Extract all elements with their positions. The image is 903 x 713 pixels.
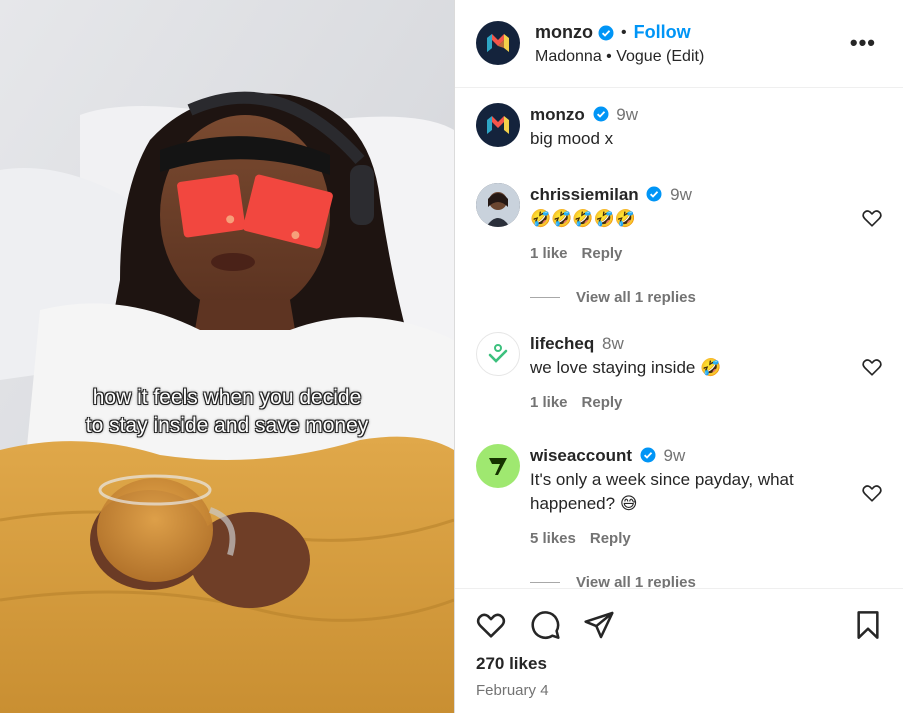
separator-dot: • [621,23,627,41]
lifecheq-logo-icon [488,344,508,363]
follow-button[interactable]: Follow [634,22,691,43]
comment-body: lifecheq 8w we love staying inside 🤣 [530,332,850,380]
comment-text: we love staying inside 🤣 [530,358,722,377]
post-panel: monzo • Follow Madonna • Vogue (Edit) ••… [454,0,903,713]
replies-divider [530,297,560,298]
header-title-row: monzo • Follow [535,22,691,43]
reply-button[interactable]: Reply [582,394,623,411]
replies-divider [530,582,560,583]
reply-button[interactable]: Reply [590,530,631,547]
comment-meta: 1 like Reply [530,394,622,411]
comment-text: 🤣🤣🤣🤣🤣 [530,209,636,228]
comment-text: It's only a week since payday, what happ… [530,470,794,513]
avatar[interactable] [476,444,520,488]
author-username[interactable]: monzo [535,22,593,43]
verified-badge-icon [646,186,662,202]
reply-button[interactable]: Reply [582,245,623,262]
caption-line-1: how it feels when you decide [92,386,362,409]
avatar[interactable] [476,21,520,65]
verified-badge-icon [640,447,656,463]
video-caption: how it feels when you decide to stay ins… [0,384,454,440]
monzo-logo-icon [487,116,509,134]
comment-meta: 1 like Reply [530,245,622,262]
view-replies-label[interactable]: View all 1 replies [576,289,696,306]
avatar[interactable] [476,103,520,147]
heart-icon[interactable] [861,356,883,378]
wise-logo-icon [489,458,507,475]
heart-icon[interactable] [861,482,883,504]
comment-likes[interactable]: 1 like [530,245,568,262]
comment-body: monzo 9w big mood x [530,103,850,151]
comment-body: wiseaccount 9w It's only a week since pa… [530,444,840,516]
post-actions: 270 likes February 4 [455,588,903,713]
view-replies-label[interactable]: View all 1 replies [576,574,696,588]
verified-badge-icon [598,25,614,40]
post-date[interactable]: February 4 [476,682,549,699]
caption-line-2: to stay inside and save money [85,414,369,437]
comment-username[interactable]: lifecheq [530,334,594,353]
user-photo-icon [476,183,520,227]
post-header: monzo • Follow Madonna • Vogue (Edit) ••… [455,0,903,88]
comment-icon[interactable] [529,609,561,641]
view-replies-button[interactable]: View all 1 replies [530,574,696,588]
comments-list: monzo 9w big mood x chrissiemilan 9w 🤣🤣🤣… [455,88,903,588]
comment-text: big mood x [530,129,614,148]
verified-badge-icon [593,106,609,122]
comment-username[interactable]: monzo [530,105,585,124]
view-replies-button[interactable]: View all 1 replies [530,289,696,306]
audio-label[interactable]: Madonna • Vogue (Edit) [535,48,704,66]
more-options-button[interactable]: ••• [850,30,876,56]
heart-icon[interactable] [861,207,883,229]
heart-icon[interactable] [475,609,507,641]
comment-time[interactable]: 9w [670,185,692,204]
comment-username[interactable]: wiseaccount [530,446,632,465]
share-icon[interactable] [583,609,615,641]
comment-meta: 5 likes Reply [530,530,631,547]
comment-username[interactable]: chrissiemilan [530,185,639,204]
post-media[interactable]: how it feels when you decide to stay ins… [0,0,454,713]
bookmark-icon[interactable] [852,609,884,641]
avatar[interactable] [476,183,520,227]
comment-time[interactable]: 8w [602,334,624,353]
post-photo [0,0,454,713]
comment-likes[interactable]: 1 like [530,394,568,411]
comment-body: chrissiemilan 9w 🤣🤣🤣🤣🤣 [530,183,850,231]
comment-time[interactable]: 9w [616,105,638,124]
likes-count[interactable]: 270 likes [476,654,547,674]
comment-likes[interactable]: 5 likes [530,530,576,547]
comment-time[interactable]: 9w [664,446,686,465]
monzo-logo-icon [487,34,509,52]
avatar[interactable] [476,332,520,376]
